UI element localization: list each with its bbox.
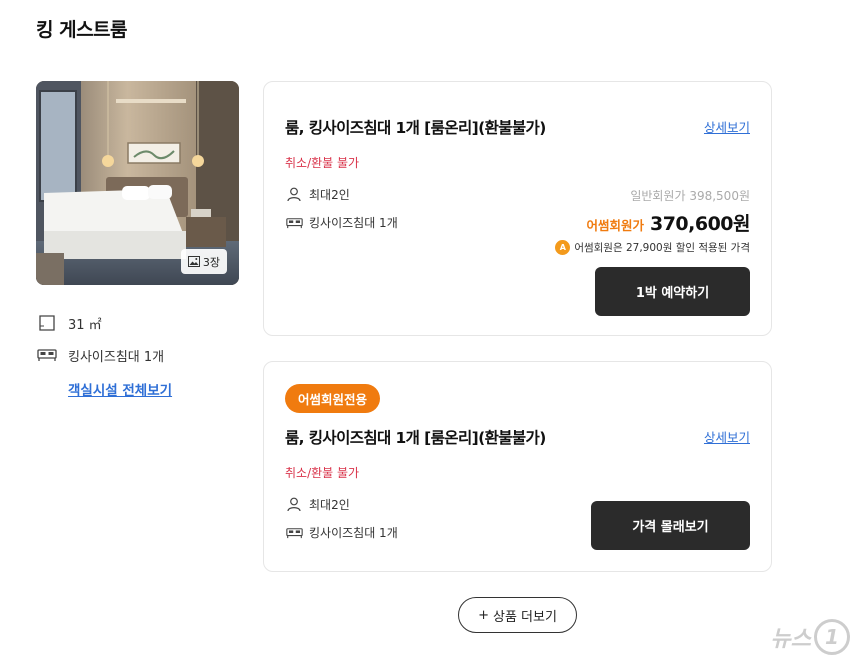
more-products-label: 상품 더보기 bbox=[492, 609, 557, 625]
member-price-label: 어썸회원가 bbox=[586, 218, 644, 233]
photo-count-label: 3장 bbox=[202, 255, 220, 269]
room-area-row: 31 ㎡ bbox=[36, 313, 172, 333]
room-bed: 킹사이즈침대 1개 bbox=[68, 349, 165, 365]
detail-link[interactable]: 상세보기 bbox=[704, 117, 750, 136]
occupancy-info: 최대2인 bbox=[285, 186, 350, 203]
news1-watermark: 뉴스 1 bbox=[771, 619, 850, 655]
offer-card-member-exclusive: 어썸회원전용 룸, 킹사이즈침대 1개 [룸온리](환불불가) 상세보기 취소/… bbox=[263, 361, 772, 572]
room-bed-row: 킹사이즈침대 1개 bbox=[36, 345, 172, 365]
awesome-member-icon: A bbox=[555, 240, 571, 255]
bed-icon bbox=[285, 525, 303, 541]
regular-price: 일반회원가 398,500원 bbox=[630, 189, 750, 203]
section-title: 킹 게스트룸 bbox=[36, 19, 128, 41]
discount-note-text: 어썸회원은 27,900원 할인 적용된 가격 bbox=[574, 242, 750, 254]
member-price-row: 어썸회원가 370,600원 bbox=[586, 209, 750, 236]
occupancy-label: 최대2인 bbox=[309, 188, 350, 202]
discount-note: A 어썸회원은 27,900원 할인 적용된 가격 bbox=[555, 240, 750, 255]
member-exclusive-badge: 어썸회원전용 bbox=[285, 384, 381, 413]
watermark-text: 뉴스 bbox=[770, 627, 811, 652]
bed-info: 킹사이즈침대 1개 bbox=[285, 524, 398, 541]
person-icon bbox=[285, 497, 303, 513]
cancel-policy: 취소/환불 불가 bbox=[285, 466, 360, 480]
bed-label: 킹사이즈침대 1개 bbox=[309, 526, 398, 540]
peek-price-button[interactable]: 가격 몰래보기 bbox=[591, 501, 750, 550]
member-price: 370,600원 bbox=[649, 213, 751, 235]
offer-title: 룸, 킹사이즈침대 1개 [룸온리](환불불가) bbox=[285, 429, 546, 447]
occupancy-info: 최대2인 bbox=[285, 496, 350, 513]
photo-count-badge[interactable]: 3장 bbox=[180, 249, 227, 274]
more-products-button[interactable]: + 상품 더보기 bbox=[458, 597, 577, 633]
facility-details-link[interactable]: 객실시설 전체보기 bbox=[68, 379, 172, 399]
room-photo[interactable]: 3장 bbox=[36, 81, 239, 285]
room-area: 31 ㎡ bbox=[68, 317, 102, 333]
watermark-mark: 1 bbox=[814, 619, 850, 655]
offer-card-standard: 룸, 킹사이즈침대 1개 [룸온리](환불불가) 상세보기 취소/환불 불가 최… bbox=[263, 81, 772, 336]
image-icon bbox=[187, 256, 200, 267]
offer-title: 룸, 킹사이즈침대 1개 [룸온리](환불불가) bbox=[285, 119, 546, 137]
bed-label: 킹사이즈침대 1개 bbox=[309, 216, 398, 230]
plus-icon: + bbox=[478, 607, 489, 623]
bed-icon bbox=[285, 215, 303, 231]
bed-info: 킹사이즈침대 1개 bbox=[285, 214, 398, 231]
person-icon bbox=[285, 187, 303, 203]
bed-icon bbox=[36, 345, 58, 365]
cancel-policy: 취소/환불 불가 bbox=[285, 156, 360, 170]
room-meta: 31 ㎡ 킹사이즈침대 1개 객실시설 전체보기 bbox=[36, 313, 172, 399]
occupancy-label: 최대2인 bbox=[309, 498, 350, 512]
floor-area-icon bbox=[36, 313, 58, 333]
book-one-night-button[interactable]: 1박 예약하기 bbox=[595, 267, 750, 316]
detail-link[interactable]: 상세보기 bbox=[704, 427, 750, 446]
